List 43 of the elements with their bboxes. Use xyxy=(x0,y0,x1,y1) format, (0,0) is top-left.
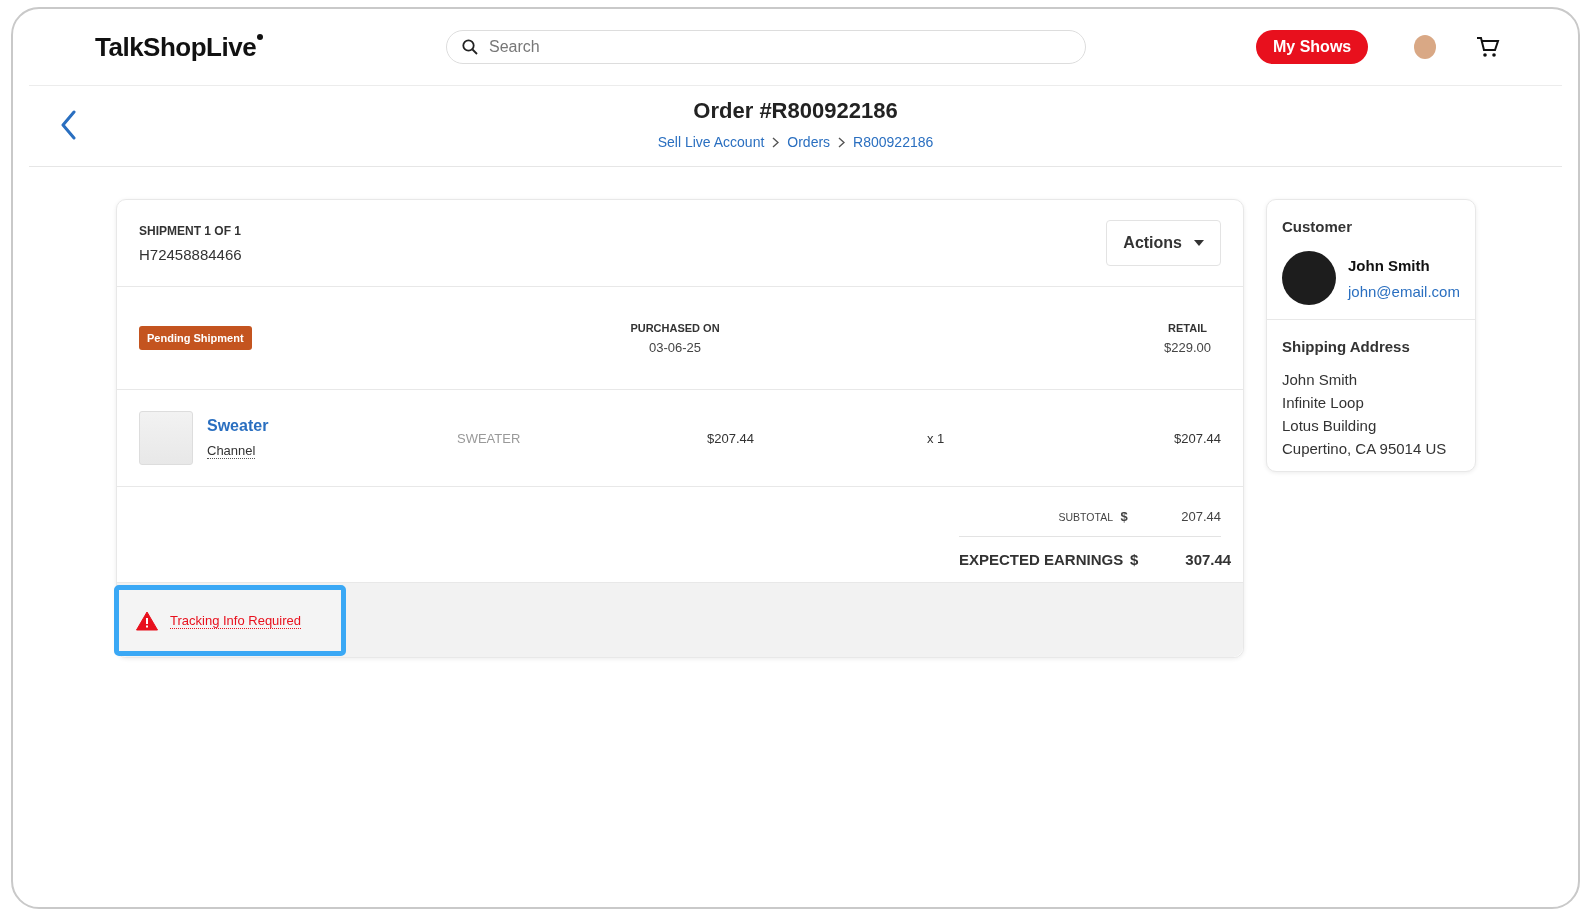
logo[interactable]: TalkShopLive xyxy=(95,31,446,63)
customer-name: John Smith xyxy=(1348,256,1431,274)
chevron-right-icon xyxy=(772,136,780,148)
subtotal-amount: 207.44 xyxy=(1181,509,1221,524)
currency-sign: $ xyxy=(1130,551,1139,568)
breadcrumb-link[interactable]: Sell Live Account xyxy=(657,134,765,150)
address-line: Cupertino, CA 95014 US xyxy=(1282,440,1448,457)
tracking-number: H72458884466 xyxy=(139,245,242,263)
purchase-label: PURCHASED ON xyxy=(630,321,720,334)
customer-heading: Customer xyxy=(1282,218,1353,235)
brand-name[interactable]: Channel xyxy=(207,443,256,459)
address-line: John Smith xyxy=(1282,371,1359,388)
search-field[interactable]: Search xyxy=(446,30,1086,64)
currency-sign: $ xyxy=(1120,509,1128,524)
caret-down-icon xyxy=(1194,240,1204,246)
earnings-label: EXPECTED EARNINGS xyxy=(959,551,1124,568)
shipment-heading: SHIPMENT 1 OF 1 xyxy=(139,223,242,238)
earnings-amount: 307.44 xyxy=(1185,551,1232,568)
status-badge: Pending Shipment xyxy=(139,326,252,350)
retail-label: RETAIL xyxy=(1168,321,1207,334)
product-category: SWEATER xyxy=(457,430,522,446)
photo-placeholder xyxy=(139,411,193,465)
chevron-right-icon xyxy=(838,136,846,148)
retail-price: $229.00 xyxy=(1164,339,1211,355)
product-name[interactable]: Sweater xyxy=(207,417,457,435)
cart-icon[interactable] xyxy=(1476,36,1501,58)
breadcrumb-link[interactable]: R800922186 xyxy=(853,134,934,150)
address-line: Infinite Loop xyxy=(1282,394,1365,411)
tracking-info-link[interactable]: Tracking Info Required xyxy=(170,612,302,629)
avatar-circle xyxy=(1282,251,1336,305)
shipping-address-heading: Shipping Address xyxy=(1282,338,1411,355)
unit-price: $207.44 xyxy=(707,430,755,446)
quantity: x 1 xyxy=(927,430,946,446)
my-shows-button[interactable]: My Shows xyxy=(1256,30,1369,64)
subtotal-label: SUBTOTAL xyxy=(1058,510,1113,523)
purchase-date: 03-06-25 xyxy=(648,339,701,355)
email-link[interactable]: john@email.com xyxy=(1348,282,1460,300)
line-total: $207.44 xyxy=(1173,430,1221,446)
breadcrumb-link[interactable]: Orders xyxy=(787,134,831,150)
warning-icon xyxy=(136,610,158,631)
actions-button[interactable]: Actions xyxy=(1106,220,1221,266)
order-title: Order #R800922186 xyxy=(693,97,898,124)
address-line: Lotus Building xyxy=(1282,417,1378,434)
